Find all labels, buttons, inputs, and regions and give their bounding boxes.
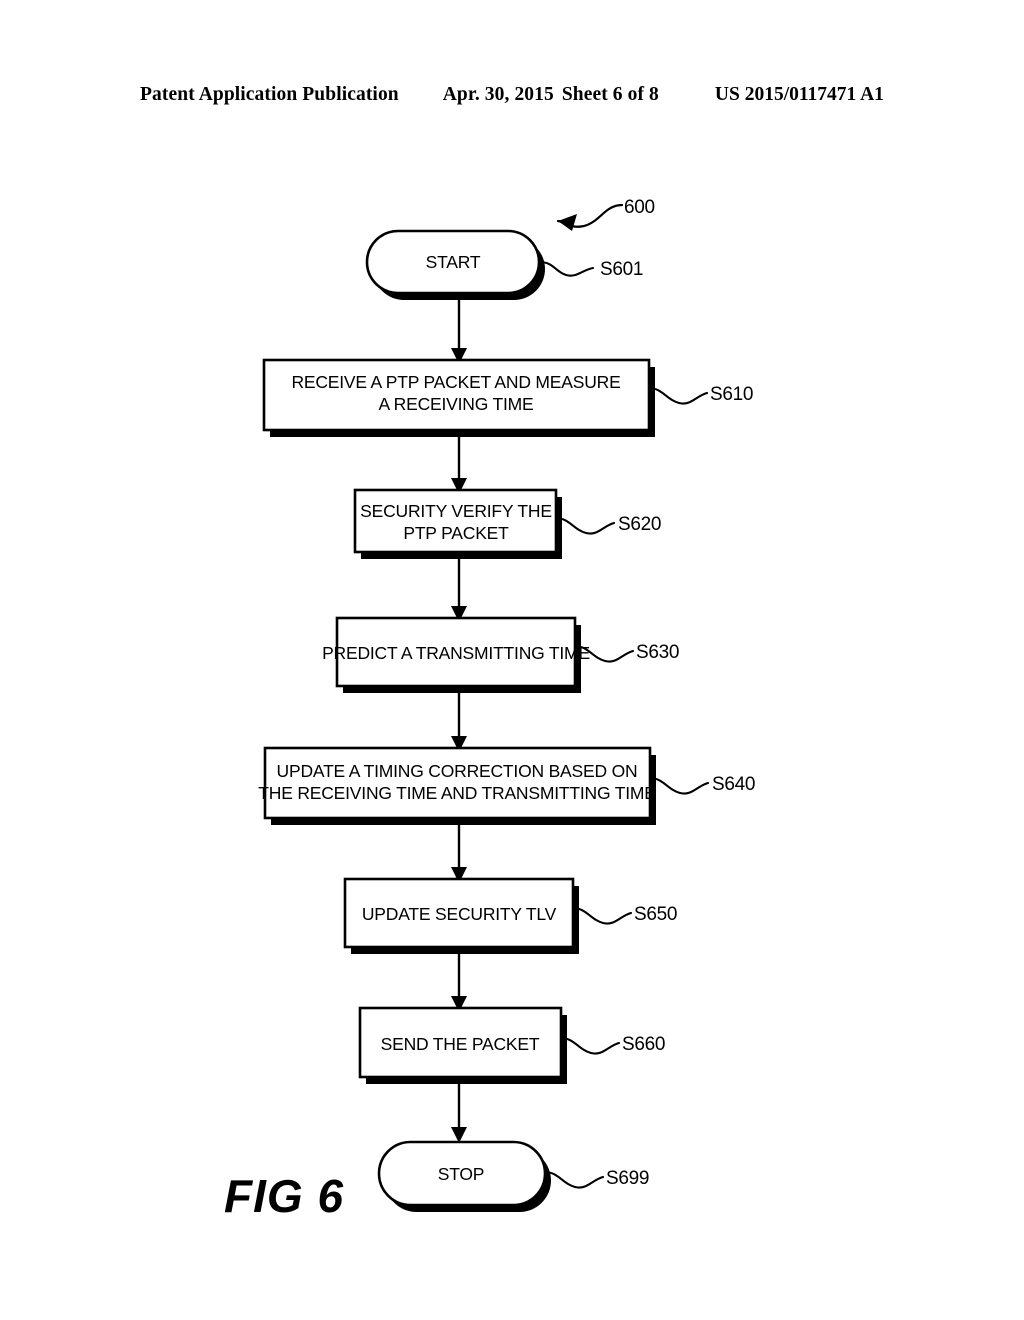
- node-start: START S601: [365, 229, 643, 300]
- node-stop-ref-label: S699: [606, 1168, 649, 1189]
- connector-s650-to-s660: [451, 948, 467, 1012]
- node-s620-label-line1: SECURITY VERIFY THE: [360, 501, 552, 521]
- node-s630-label-line1: PREDICT A TRANSMITTING TIME: [322, 643, 590, 663]
- flowchart-figure: 600 START S601 RECEIVE A PTP PACKET AND …: [224, 197, 755, 1222]
- connector-s610-to-s620: [451, 431, 467, 494]
- node-s650-ref-leader: [571, 906, 633, 925]
- node-s610-label-line1: RECEIVE A PTP PACKET AND MEASURE: [291, 372, 620, 392]
- node-start-ref-label: S601: [600, 259, 643, 280]
- reference-600-arrowhead: [558, 214, 577, 231]
- node-s640-label-line2: THE RECEIVING TIME AND TRANSMITTING TIME: [258, 783, 655, 803]
- node-s640-ref-leader: [648, 776, 710, 795]
- node-s650: UPDATE SECURITY TLV S650: [343, 877, 677, 954]
- node-s640: UPDATE A TIMING CORRECTION BASED ON THE …: [258, 746, 755, 825]
- node-s630: PREDICT A TRANSMITTING TIME S630: [322, 616, 679, 693]
- node-s620-ref-leader: [554, 516, 616, 535]
- node-stop-label: STOP: [438, 1164, 485, 1184]
- connector-s630-to-s640: [451, 687, 467, 752]
- node-s620-label-line2: PTP PACKET: [403, 523, 509, 543]
- connector-start-to-s610: [451, 294, 467, 364]
- node-s660-ref-label: S660: [622, 1034, 665, 1055]
- node-stop: STOP S699: [377, 1140, 649, 1212]
- node-stop-ref-leader: [543, 1170, 605, 1189]
- node-s660: SEND THE PACKET S660: [358, 1006, 665, 1084]
- node-s620-ref-label: S620: [618, 514, 661, 535]
- node-s610: RECEIVE A PTP PACKET AND MEASURE A RECEI…: [262, 358, 753, 437]
- reference-600-label: 600: [624, 197, 655, 218]
- node-s640-ref-label: S640: [712, 774, 755, 795]
- node-s650-ref-label: S650: [634, 904, 677, 925]
- node-start-label: START: [426, 252, 481, 272]
- node-s620: SECURITY VERIFY THE PTP PACKET S620: [353, 488, 661, 559]
- node-s610-ref-leader: [647, 386, 709, 405]
- connector-s660-to-stop: [451, 1078, 467, 1143]
- node-s630-ref-label: S630: [636, 642, 679, 663]
- node-s650-label-line1: UPDATE SECURITY TLV: [362, 904, 557, 924]
- diagram-reference-600: 600: [556, 197, 655, 231]
- connector-s640-to-s650: [451, 819, 467, 883]
- connector-arrowhead: [451, 1127, 467, 1143]
- node-s610-label-line2: A RECEIVING TIME: [379, 394, 534, 414]
- node-start-ref-leader: [538, 260, 595, 277]
- node-s660-ref-leader: [559, 1036, 621, 1055]
- node-s660-label-line1: SEND THE PACKET: [381, 1034, 540, 1054]
- node-s640-label-line1: UPDATE A TIMING CORRECTION BASED ON: [277, 761, 638, 781]
- connector-s620-to-s630: [451, 553, 467, 622]
- figure-caption: FIG 6: [224, 1170, 344, 1222]
- patent-figure-page: Patent Application Publication Apr. 30, …: [0, 0, 1024, 1320]
- node-s610-ref-label: S610: [710, 384, 753, 405]
